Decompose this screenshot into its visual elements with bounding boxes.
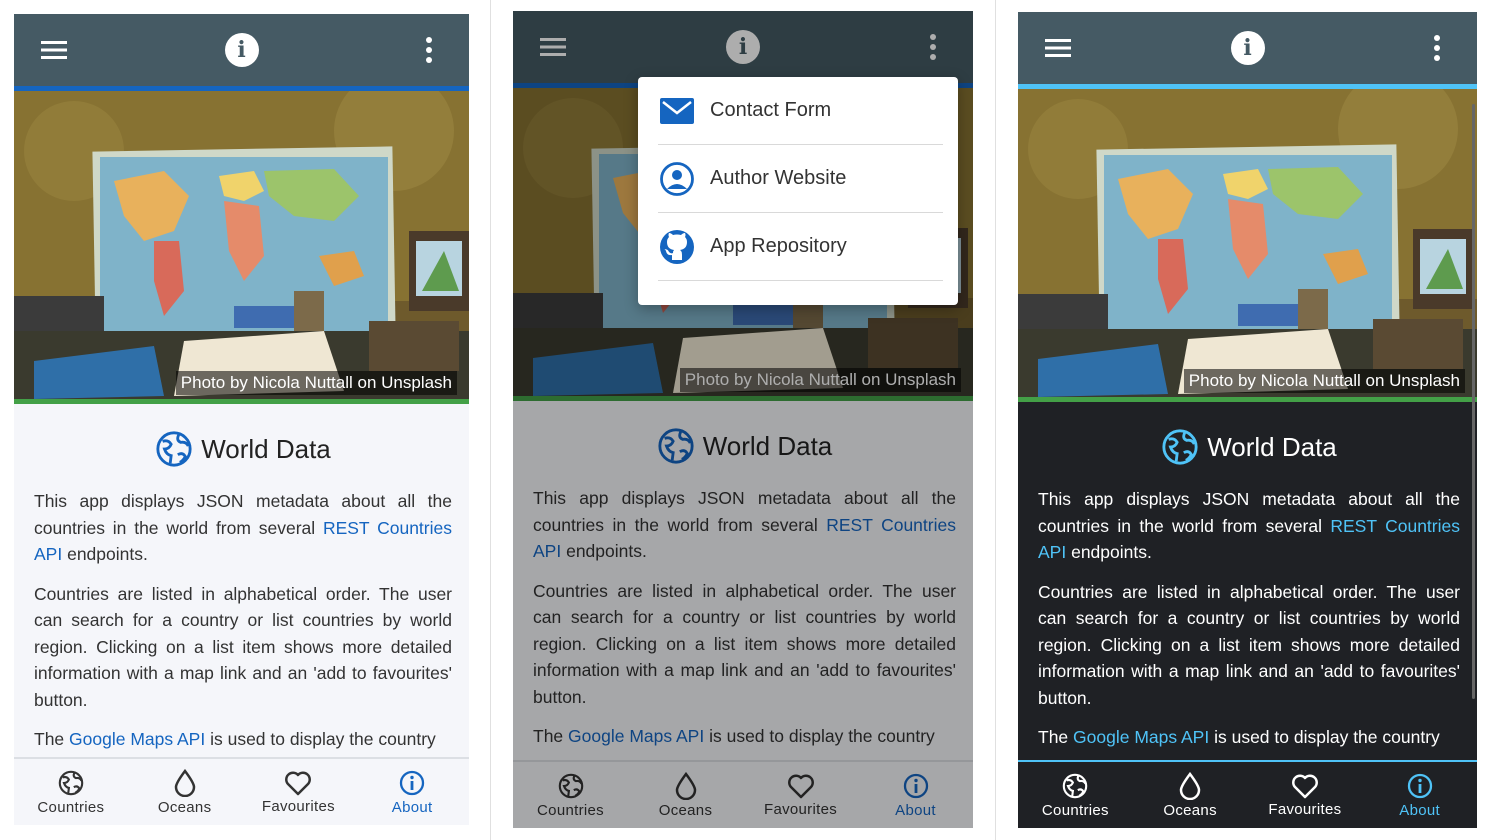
page-title: World Data — [34, 430, 452, 468]
contact-form-item[interactable]: Contact Form — [658, 77, 943, 145]
menu-item-label: App Repository — [710, 235, 847, 257]
nav-favourites[interactable]: Favourites — [1248, 762, 1363, 828]
screenshot-stage: i Photo by Nicola Nuttall on Unsplash Wo… — [0, 0, 1494, 840]
about-content: World Data This app displays JSON metada… — [1018, 402, 1477, 760]
maps-paragraph: The Google Maps API is used to display t… — [1038, 727, 1440, 747]
phone-menu-open: i Photo by Nicola Nuttall on Unsplash Wo… — [513, 11, 973, 828]
globe-icon — [1063, 773, 1088, 798]
app-repository-item[interactable]: App Repository — [658, 213, 943, 281]
photo-credit: Photo by Nicola Nuttall on Unsplash — [1183, 369, 1465, 393]
panel-divider — [995, 0, 996, 840]
menu-item-label: Author Website — [710, 167, 847, 189]
app-title: World Data — [201, 433, 331, 464]
menu-button[interactable] — [1040, 30, 1076, 66]
hero-image: Photo by Nicola Nuttall on Unsplash — [14, 91, 469, 399]
more-vert-icon — [426, 37, 432, 63]
nav-countries[interactable]: Countries — [14, 759, 128, 825]
google-maps-link[interactable]: Google Maps API — [1073, 727, 1209, 747]
globe-icon — [156, 431, 192, 467]
nav-label: Favourites — [261, 797, 335, 815]
overflow-menu: Contact Form Author Website App Repository — [638, 77, 958, 305]
hamburger-icon — [1045, 39, 1071, 57]
overflow-menu-button[interactable] — [1419, 30, 1455, 66]
nav-label: Favourites — [1268, 800, 1342, 818]
intro-paragraph: This app displays JSON metadata about al… — [1038, 489, 1460, 562]
nav-countries[interactable]: Countries — [1018, 762, 1133, 828]
water-drop-icon — [174, 768, 195, 797]
author-website-item[interactable]: Author Website — [658, 145, 943, 213]
nav-label: Oceans — [1163, 801, 1217, 819]
hero-image: Photo by Nicola Nuttall on Unsplash — [1018, 89, 1477, 397]
usage-paragraph: Countries are listed in alphabetical ord… — [1038, 581, 1460, 708]
phone-dark-about: i Photo by Nicola Nuttall on Unsplash Wo… — [1018, 12, 1477, 828]
nav-oceans[interactable]: Oceans — [1133, 762, 1248, 828]
nav-about[interactable]: About — [1362, 762, 1477, 828]
bottom-navigation: Countries Oceans Favourites About — [1018, 760, 1477, 828]
app-title: World Data — [1207, 431, 1337, 462]
info-icon — [399, 770, 425, 795]
google-maps-link[interactable]: Google Maps API — [69, 729, 205, 749]
info-icon — [1407, 773, 1432, 798]
heart-icon — [1291, 774, 1318, 798]
more-vert-icon — [1434, 35, 1440, 61]
world-map-photo — [1018, 89, 1477, 397]
water-drop-icon — [1179, 771, 1201, 800]
overflow-menu-button[interactable] — [411, 32, 447, 68]
globe-icon — [58, 770, 84, 795]
maps-paragraph: The Google Maps API is used to display t… — [34, 729, 436, 749]
info-icon: i — [224, 33, 259, 67]
heart-icon — [285, 771, 312, 795]
panel-divider — [490, 0, 491, 840]
scrollbar[interactable] — [1472, 104, 1475, 699]
nav-label: About — [1399, 801, 1440, 819]
nav-label: Oceans — [157, 798, 212, 816]
nav-favourites[interactable]: Favourites — [242, 759, 356, 825]
about-info-button[interactable]: i — [224, 32, 260, 68]
app-bar: i — [1018, 12, 1477, 84]
info-icon: i — [1230, 31, 1265, 65]
nav-label: Countries — [1041, 801, 1109, 819]
world-map-photo — [14, 91, 469, 399]
nav-label: About — [391, 798, 433, 816]
nav-oceans[interactable]: Oceans — [128, 759, 242, 825]
intro-paragraph: This app displays JSON metadata about al… — [34, 491, 452, 564]
app-bar: i — [14, 14, 469, 86]
envelope-icon — [658, 92, 696, 130]
nav-about[interactable]: About — [355, 759, 469, 825]
nav-label: Countries — [37, 798, 105, 816]
bottom-navigation: Countries Oceans Favourites About — [14, 757, 469, 825]
page-title: World Data — [1038, 428, 1460, 466]
menu-button[interactable] — [36, 32, 72, 68]
about-content: World Data This app displays JSON metada… — [14, 404, 469, 757]
globe-icon — [1162, 429, 1198, 465]
account-circle-icon — [658, 160, 696, 198]
menu-item-label: Contact Form — [710, 99, 832, 121]
github-icon — [658, 228, 696, 266]
photo-credit: Photo by Nicola Nuttall on Unsplash — [175, 371, 457, 395]
hamburger-icon — [41, 41, 67, 59]
phone-light-about: i Photo by Nicola Nuttall on Unsplash Wo… — [14, 14, 469, 825]
about-info-button[interactable]: i — [1230, 30, 1266, 66]
usage-paragraph: Countries are listed in alphabetical ord… — [34, 583, 452, 710]
